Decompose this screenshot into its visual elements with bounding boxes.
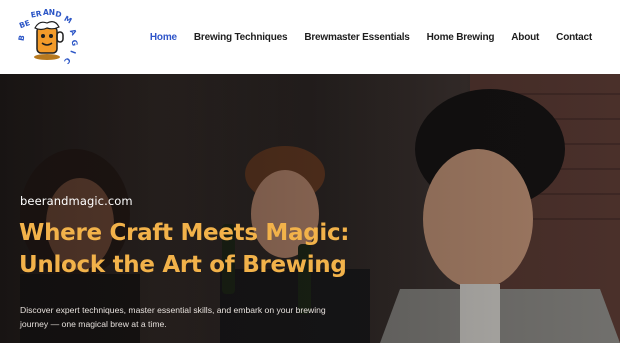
headline-line-1: Where Craft Meets Magic: xyxy=(19,220,350,246)
svg-text:M: M xyxy=(63,14,74,26)
svg-text:A: A xyxy=(68,27,79,37)
site-logo[interactable]: BE ER AN D M A G I C B xyxy=(17,8,79,66)
beer-mascot-icon: BE ER AN D M A G I C B xyxy=(17,8,79,66)
nav-brewing-techniques[interactable]: Brewing Techniques xyxy=(194,32,288,43)
svg-text:B: B xyxy=(17,34,26,41)
nav-contact[interactable]: Contact xyxy=(556,32,592,43)
hero-headline: Where Craft Meets Magic: Unlock the Art … xyxy=(19,217,399,281)
site-header: BE ER AN D M A G I C B Home Brewing Tech… xyxy=(0,0,620,74)
headline-line-2: Unlock the Art of Brewing xyxy=(19,252,347,278)
hero-banner: beerandmagic.com Where Craft Meets Magic… xyxy=(0,74,620,343)
svg-text:BE: BE xyxy=(18,18,31,30)
nav-home-brewing[interactable]: Home Brewing xyxy=(427,32,495,43)
svg-text:ER: ER xyxy=(30,9,43,20)
svg-text:I: I xyxy=(68,49,77,55)
nav-home[interactable]: Home xyxy=(150,32,177,43)
svg-text:G: G xyxy=(70,39,79,47)
svg-text:C: C xyxy=(62,56,73,66)
hero-tagline: Discover expert techniques, master essen… xyxy=(20,305,326,329)
hero-site-name: beerandmagic.com xyxy=(20,194,133,208)
nav-about[interactable]: About xyxy=(511,32,539,43)
main-nav: Home Brewing Techniques Brewmaster Essen… xyxy=(150,0,592,74)
svg-text:D: D xyxy=(54,9,62,19)
svg-text:AN: AN xyxy=(43,8,55,17)
nav-brewmaster-essentials[interactable]: Brewmaster Essentials xyxy=(304,32,410,43)
